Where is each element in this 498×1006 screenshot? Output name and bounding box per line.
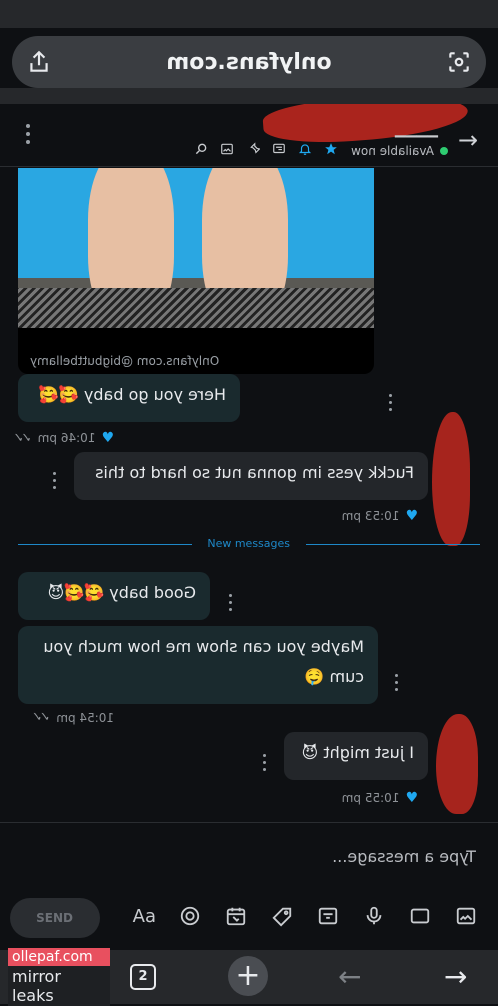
image-icon[interactable] [220, 142, 234, 156]
tab-switcher-button[interactable]: 2 [130, 964, 156, 990]
heart-icon[interactable]: ♥ [405, 508, 418, 524]
price-tag-icon[interactable] [270, 904, 294, 928]
back-arrow-icon[interactable]: ← [458, 126, 478, 154]
composer-toolbar: Aa [132, 904, 478, 928]
photo-floor [18, 288, 374, 328]
vault-icon[interactable] [316, 904, 340, 928]
redaction-mark [261, 104, 470, 148]
image-icon[interactable] [454, 904, 478, 928]
photo[interactable] [18, 168, 374, 328]
message-bubble[interactable]: I just might 😈 [284, 732, 428, 780]
message-time: 10:46 pm [37, 431, 96, 445]
microphone-icon[interactable] [362, 904, 386, 928]
media-message[interactable]: Onlyfans.com @bigbuttbellamy [18, 168, 374, 374]
message-options-icon[interactable] [262, 754, 268, 771]
message-meta: ♥ 10:46 pm ✓✓ [16, 430, 114, 446]
more-options-icon[interactable] [24, 124, 32, 146]
message-text: Good baby 🥰🥰😈 [47, 583, 196, 602]
pin-icon[interactable] [246, 142, 260, 156]
message-text: Maybe you can show me how much you cum 🤤 [43, 637, 364, 686]
plus-icon[interactable]: + [228, 956, 268, 996]
new-messages-label: New messages [207, 537, 291, 550]
availability-status: Available now [351, 144, 448, 158]
message-meta: ♥ 10:55 pm [342, 790, 418, 806]
message-options-icon[interactable] [388, 394, 394, 411]
online-dot [440, 147, 448, 155]
chat-app: ← ▁▁▁▁ Available now Onlyfans.com @bigbu… [0, 104, 498, 950]
media-watermark: Onlyfans.com @bigbuttbellamy [30, 354, 220, 368]
message-text: Fuckk yess im gonna nut so hard to this [95, 463, 414, 482]
text-format-icon[interactable]: Aa [132, 904, 156, 928]
status-text: Available now [351, 144, 434, 158]
chat-username[interactable]: ▁▁▁▁ [395, 122, 438, 138]
heart-icon[interactable]: ♥ [405, 790, 418, 806]
status-bar [0, 0, 498, 28]
send-button[interactable]: SEND [10, 898, 100, 938]
composer-divider [0, 822, 498, 823]
heart-icon[interactable]: ♥ [101, 430, 114, 446]
message-text: Here you go baby 🥰🥰 [38, 385, 226, 404]
message-time: 10:55 pm [341, 791, 400, 805]
gif-icon[interactable] [408, 904, 432, 928]
redaction-mark [432, 412, 470, 546]
message-time: 10:54 pm [56, 710, 114, 725]
forward-arrow-icon[interactable]: → [444, 960, 467, 993]
watermark-line: mirror leaks [8, 966, 110, 1006]
message-input[interactable] [34, 840, 478, 872]
message-icon[interactable] [272, 142, 286, 156]
poll-icon[interactable] [178, 904, 202, 928]
message-time: 10:53 pm [341, 509, 400, 523]
message-meta: ♥ 10:53 pm [342, 508, 418, 524]
message-options-icon[interactable] [394, 674, 400, 691]
search-icon[interactable] [194, 142, 208, 156]
back-arrow-icon[interactable]: ← [338, 960, 361, 993]
chat-header: ← ▁▁▁▁ Available now [0, 104, 498, 167]
site-watermark: ollepaf.com mirror leaks [8, 948, 110, 1006]
read-ticks-icon: ✓✓ [15, 430, 32, 446]
lens-icon[interactable] [446, 49, 472, 75]
address-bar[interactable]: onlyfans.com [12, 36, 486, 88]
message-options-icon[interactable] [52, 472, 58, 489]
header-actions [194, 142, 338, 156]
redaction-mark [436, 714, 478, 814]
message-bubble[interactable]: Here you go baby 🥰🥰 [18, 374, 240, 422]
photo-towel [18, 168, 374, 278]
toolbar-divider [0, 88, 498, 104]
message-options-icon[interactable] [228, 594, 234, 611]
message-bubble[interactable]: Fuckk yess im gonna nut so hard to this [74, 452, 428, 500]
message-text: I just might 😈 [301, 743, 414, 762]
star-icon[interactable] [324, 142, 338, 156]
bell-icon[interactable] [298, 142, 312, 156]
message-bubble[interactable]: Maybe you can show me how much you cum 🤤 [18, 626, 378, 704]
schedule-icon[interactable] [224, 904, 248, 928]
read-ticks-icon: ✓✓ [34, 710, 51, 725]
message-meta: 10:54 pm ✓✓ [35, 710, 115, 725]
message-bubble[interactable]: Good baby 🥰🥰😈 [18, 572, 210, 620]
watermark-line: ollepaf.com [8, 948, 110, 966]
url-text[interactable]: onlyfans.com [12, 50, 486, 75]
